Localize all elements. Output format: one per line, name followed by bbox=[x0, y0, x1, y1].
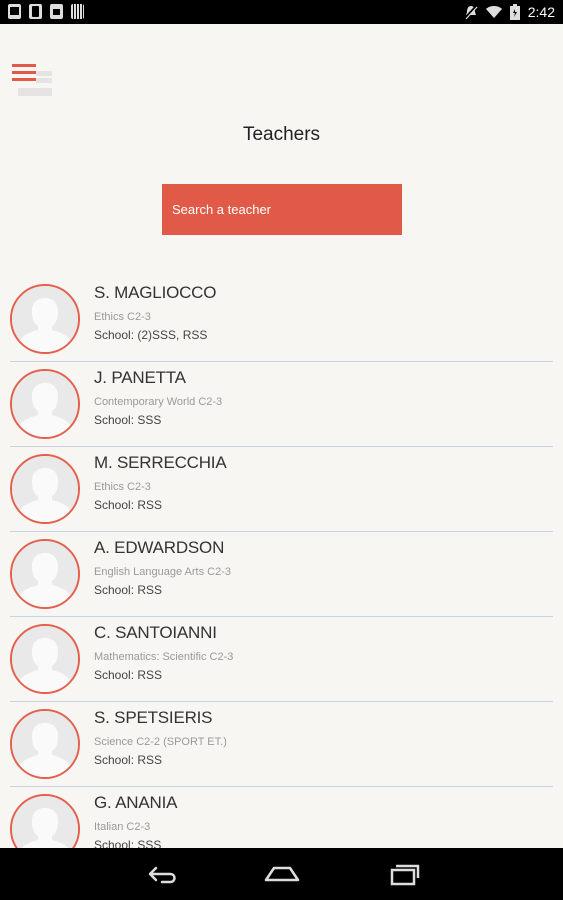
teacher-row[interactable]: J. PANETTA Contemporary World C2-3 School:… bbox=[0, 362, 563, 447]
avatar-placeholder-icon bbox=[10, 454, 80, 524]
teacher-school: School: RSS bbox=[94, 498, 163, 512]
avatar-placeholder-icon bbox=[10, 369, 80, 439]
hamburger-menu-icon[interactable] bbox=[12, 62, 52, 98]
avatar-placeholder-icon bbox=[10, 539, 80, 609]
wifi-icon bbox=[485, 6, 502, 18]
teacher-row[interactable]: A. EDWARDSON English Language Arts C2-3 Sc… bbox=[0, 532, 563, 617]
image-icon bbox=[8, 4, 21, 19]
teacher-school: School: RSS bbox=[94, 668, 163, 682]
teacher-subject: Ethics C2-3 bbox=[94, 481, 151, 493]
navigation-bar bbox=[0, 848, 563, 900]
teacher-school: School: RSS bbox=[94, 583, 163, 597]
status-bar: 2:42 bbox=[0, 0, 563, 24]
phone-icon bbox=[29, 4, 42, 19]
avatar-placeholder-icon bbox=[10, 284, 80, 354]
search-input[interactable] bbox=[162, 184, 402, 235]
teacher-row[interactable]: C. SANTOIANNI Mathematics: Scientific C2-… bbox=[0, 617, 563, 702]
teacher-name: G. ANANIA bbox=[94, 793, 178, 812]
battery-icon bbox=[509, 4, 520, 20]
barcode-icon bbox=[71, 4, 84, 19]
recents-icon[interactable] bbox=[382, 860, 422, 888]
bag-icon bbox=[50, 4, 63, 19]
teacher-school: School: (2)SSS, RSS bbox=[94, 328, 208, 342]
teacher-subject: Contemporary World C2-3 bbox=[94, 396, 223, 408]
teacher-list: S. MAGLIOCCO Ethics C2-3 School: (2)SSS, R… bbox=[0, 277, 563, 872]
teacher-subject: Italian C2-3 bbox=[94, 821, 151, 833]
teacher-name: A. EDWARDSON bbox=[94, 538, 225, 557]
back-icon[interactable] bbox=[142, 860, 182, 888]
teacher-name: S. SPETSIERIS bbox=[94, 708, 213, 727]
teacher-name: S. MAGLIOCCO bbox=[94, 283, 217, 302]
teacher-subject: English Language Arts C2-3 bbox=[94, 566, 231, 578]
teacher-school: School: RSS bbox=[94, 753, 163, 767]
page-title: Teachers bbox=[242, 124, 321, 145]
avatar-placeholder-icon bbox=[10, 709, 80, 779]
teacher-row[interactable]: S. SPETSIERIS Science C2-2 (SPORT ET.) Sch… bbox=[0, 702, 563, 787]
teacher-row[interactable]: S. MAGLIOCCO Ethics C2-3 School: (2)SSS, R… bbox=[0, 277, 563, 362]
teacher-subject: Mathematics: Scientific C2-3 bbox=[94, 651, 234, 663]
teacher-name: J. PANETTA bbox=[94, 368, 186, 387]
teacher-row[interactable]: M. SERRECCHIA Ethics C2-3 School: RSS bbox=[0, 447, 563, 532]
teacher-name: C. SANTOIANNI bbox=[94, 623, 217, 642]
status-time: 2:42 bbox=[527, 4, 555, 20]
teacher-subject: Science C2-2 (SPORT ET.) bbox=[94, 736, 227, 748]
home-icon[interactable] bbox=[262, 860, 302, 888]
no-sound-icon bbox=[464, 4, 478, 20]
avatar-placeholder-icon bbox=[10, 624, 80, 694]
teacher-name: M. SERRECCHIA bbox=[94, 453, 227, 472]
teacher-school: School: SSS bbox=[94, 413, 162, 427]
teacher-subject: Ethics C2-3 bbox=[94, 311, 151, 323]
